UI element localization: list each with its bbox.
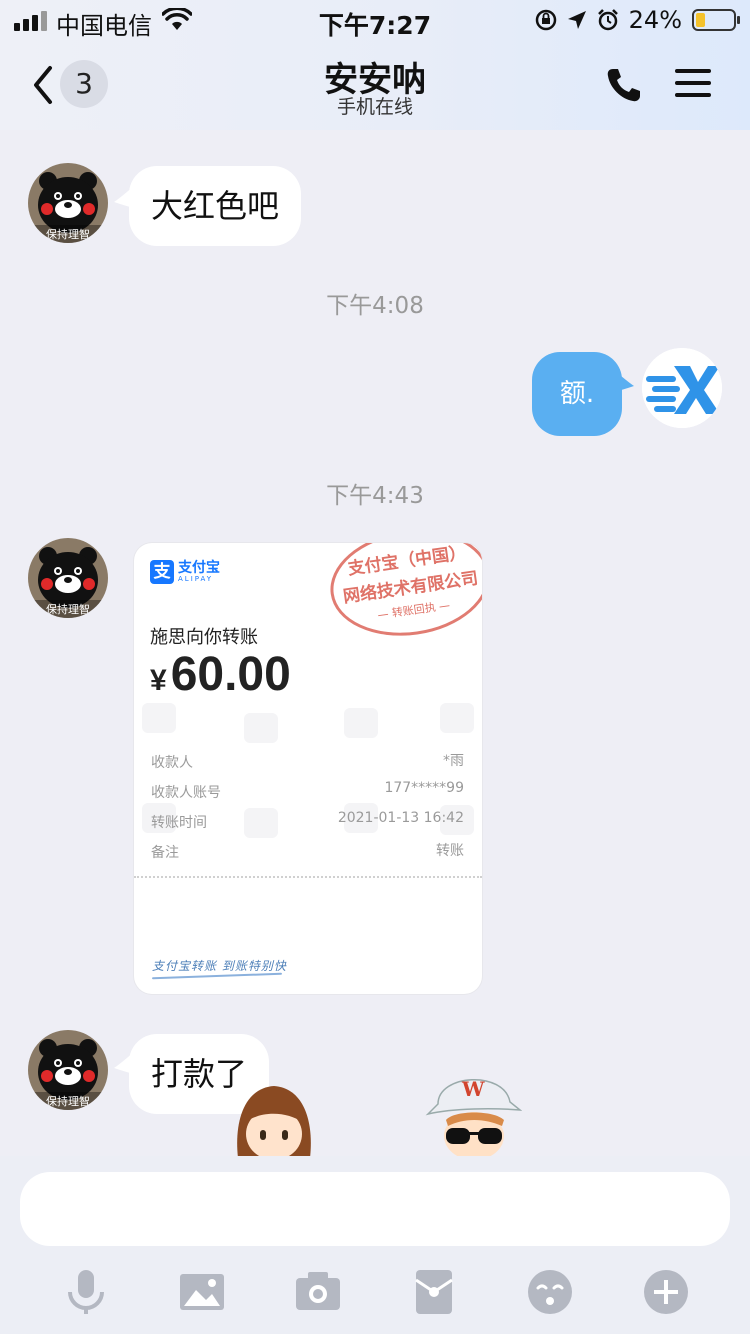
contact-avatar[interactable]: 保持理智 xyxy=(28,538,108,618)
receipt-title: 施思向你转账 xyxy=(150,627,258,648)
official-stamp: 支付宝（中国） 网络技术有限公司 — 转账回执 — xyxy=(323,543,482,646)
receipt-divider xyxy=(134,876,482,878)
rotation-lock-icon xyxy=(535,9,556,31)
red-packet-icon[interactable] xyxy=(410,1268,458,1316)
receipt-row-value: 177*****99 xyxy=(384,780,464,796)
boy-sticker-icon: W xyxy=(425,1077,522,1158)
kumamon-avatar-icon: 保持理智 xyxy=(28,538,108,618)
svg-text:W: W xyxy=(461,1077,485,1101)
svg-text:保持理智: 保持理智 xyxy=(46,227,90,241)
transfer-receipt-image[interactable]: 支 支付宝 ALIPAY 支付宝（中国） 网络技术有限公司 — 转账回执 — 施… xyxy=(134,543,482,994)
phone-icon xyxy=(607,69,640,102)
watermark xyxy=(244,808,278,838)
kumamon-avatar-icon: 保持理智 xyxy=(28,1030,108,1110)
battery-fill xyxy=(696,13,705,27)
message-timestamp: 下午4:43 xyxy=(326,483,424,509)
message-bubble-incoming[interactable]: 大红色吧 xyxy=(129,166,302,246)
mic-icon[interactable] xyxy=(62,1268,110,1316)
bubble-tail xyxy=(614,370,634,392)
message-input[interactable] xyxy=(20,1172,730,1246)
message-timestamp: 下午4:08 xyxy=(326,293,424,319)
watermark xyxy=(440,703,474,733)
receipt-amount: ¥60.00 xyxy=(150,647,291,702)
receipt-slogan: 支付宝转账 到账特别快 xyxy=(152,959,287,973)
alipay-logo: 支 支付宝 ALIPAY xyxy=(150,559,220,585)
alipay-brand-en: ALIPAY xyxy=(178,575,214,583)
image-icon[interactable] xyxy=(178,1268,226,1316)
hamburger-icon xyxy=(675,69,711,97)
receipt-row-label: 收款人账号 xyxy=(151,785,221,801)
my-avatar[interactable] xyxy=(642,348,722,428)
alipay-brand: 支付宝 xyxy=(178,560,220,576)
receipt-row-label: 收款人 xyxy=(151,755,193,771)
menu-button[interactable] xyxy=(674,66,712,100)
battery-percent: 24% xyxy=(628,6,682,34)
alarm-icon xyxy=(597,9,618,31)
receipt-row-value: 转账 xyxy=(436,843,464,859)
receipt-row-value: 2021-01-13 16:42 xyxy=(337,810,464,826)
receipt-row-value: *雨 xyxy=(443,753,464,769)
svg-text:保持理智: 保持理智 xyxy=(46,602,90,616)
phone-call-button[interactable] xyxy=(604,66,642,104)
input-area xyxy=(0,1156,750,1334)
status-bar: 中国电信 下午7:27 24% xyxy=(0,0,750,40)
chat-header: 中国电信 下午7:27 24% 3 安安呐 手机在线 xyxy=(0,0,750,130)
receipt-row-label: 转账时间 xyxy=(151,815,207,831)
kumamon-avatar-icon: 保持理智 xyxy=(28,163,108,243)
amount-value: 60.00 xyxy=(170,648,291,701)
status-right: 24% xyxy=(535,6,740,34)
plus-icon[interactable] xyxy=(642,1268,690,1316)
x-logo-avatar-icon xyxy=(642,348,722,428)
location-icon xyxy=(567,11,586,29)
svg-text:保持理智: 保持理智 xyxy=(46,1094,90,1108)
alipay-icon: 支 xyxy=(150,560,174,584)
camera-icon[interactable] xyxy=(294,1268,342,1316)
girl-sticker-icon xyxy=(237,1086,311,1158)
watermark xyxy=(244,713,278,743)
receipt-row-label: 备注 xyxy=(151,845,179,861)
currency-symbol: ¥ xyxy=(150,664,167,697)
battery-icon xyxy=(692,9,740,31)
watermark xyxy=(142,703,176,733)
emoji-icon[interactable] xyxy=(526,1268,574,1316)
message-bubble-outgoing[interactable]: 额. xyxy=(532,352,622,436)
watermark xyxy=(344,708,378,738)
contact-avatar[interactable]: 保持理智 xyxy=(28,1030,108,1110)
contact-avatar[interactable]: 保持理智 xyxy=(28,163,108,243)
